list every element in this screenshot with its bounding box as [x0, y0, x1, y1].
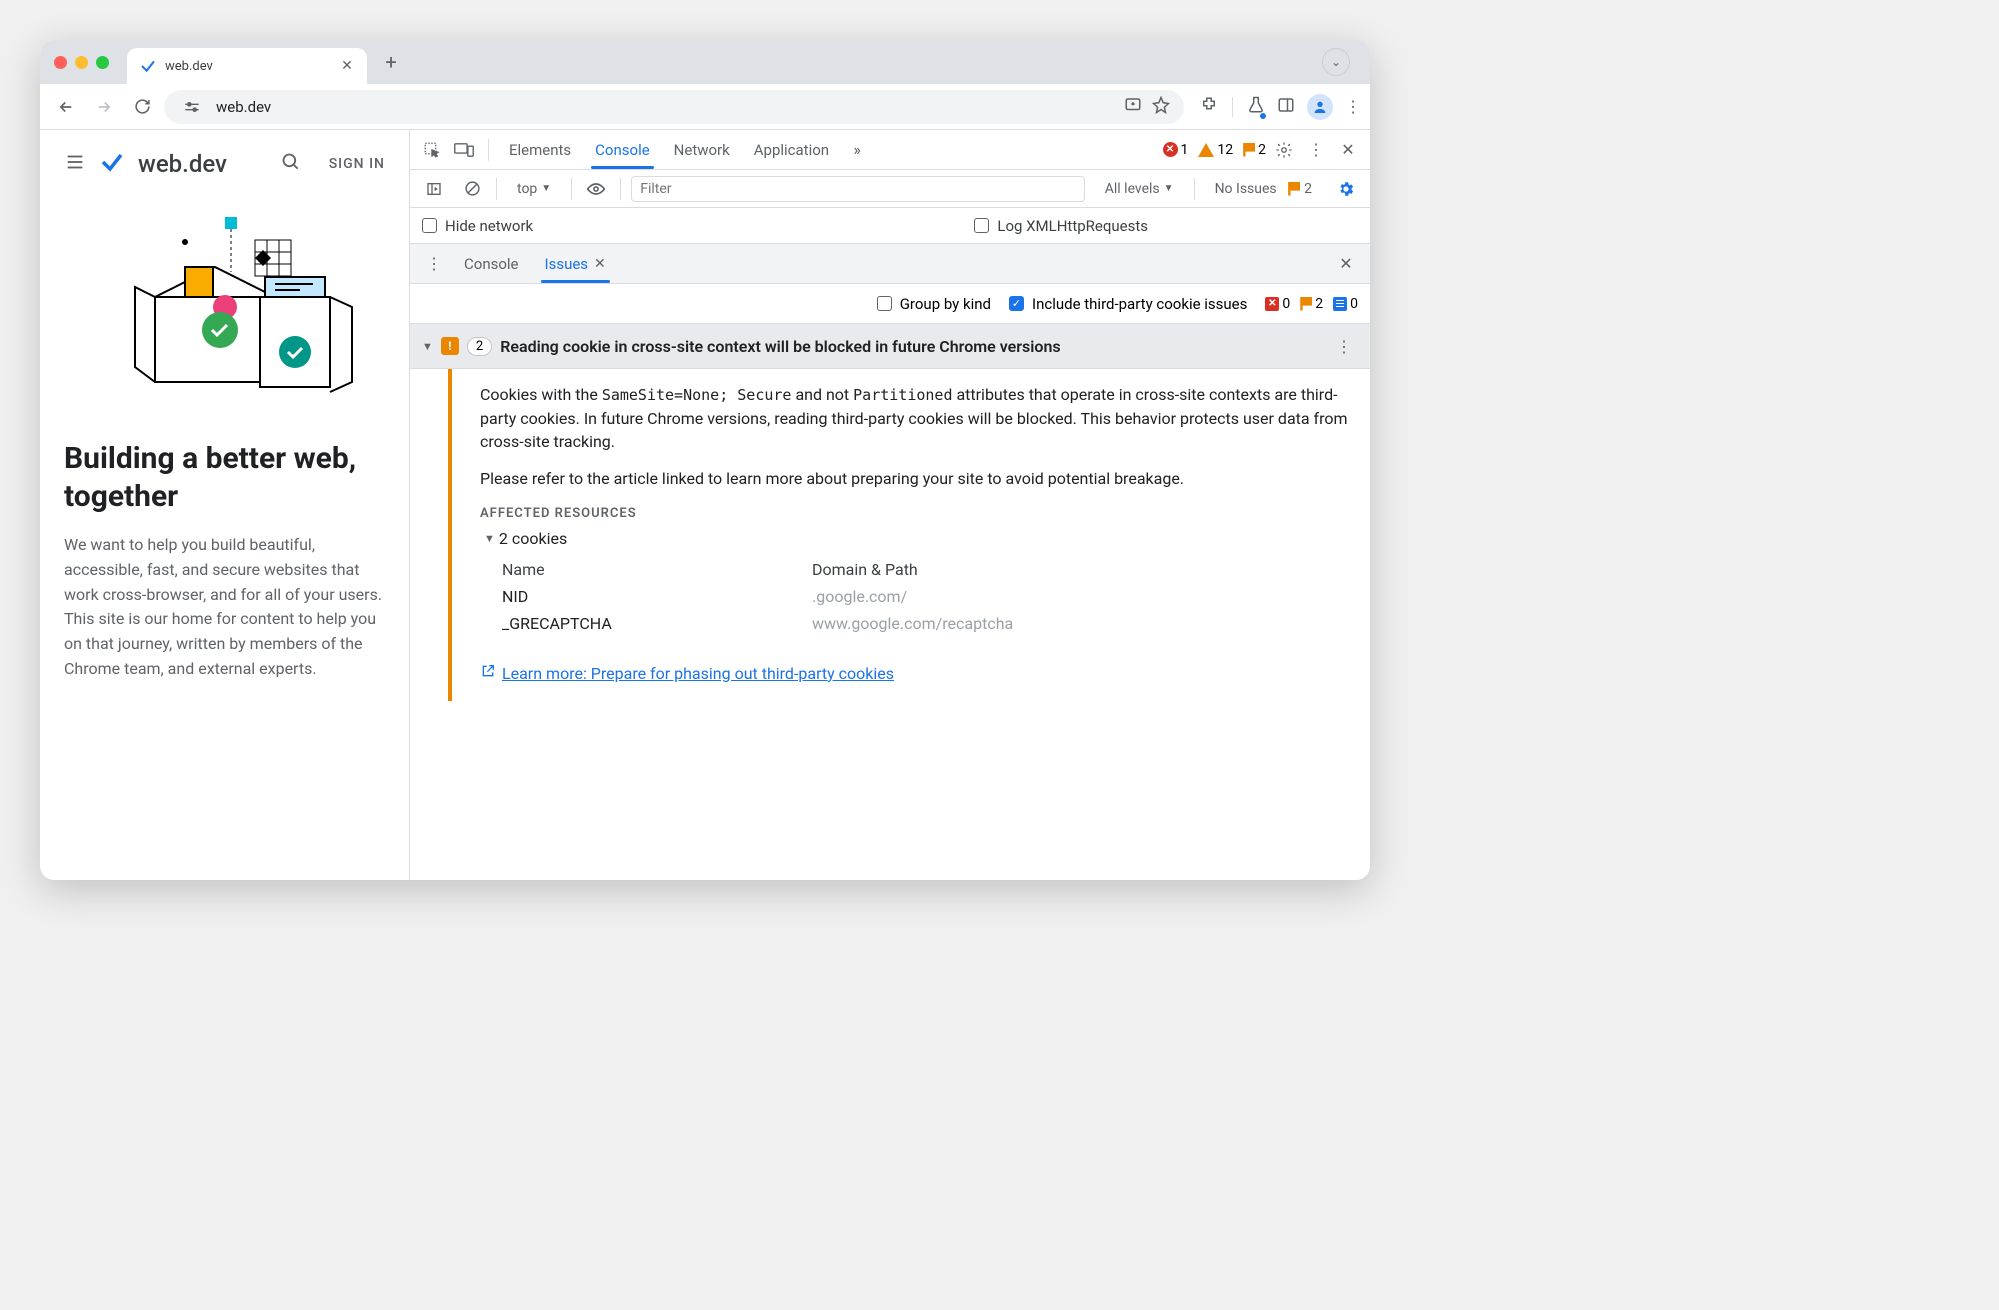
traffic-lights [54, 56, 109, 69]
tab-close-button[interactable]: ✕ [339, 58, 355, 74]
browser-window: web.dev ✕ + ⌄ web.dev ⋮ [40, 40, 1370, 880]
cookies-toggle[interactable]: ▼2 cookies [484, 529, 1350, 548]
maximize-window-button[interactable] [96, 56, 109, 69]
omnibox[interactable]: web.dev [164, 90, 1184, 124]
install-app-icon[interactable] [1124, 96, 1142, 118]
tab-elements[interactable]: Elements [499, 130, 581, 169]
new-tab-button[interactable]: + [377, 48, 405, 76]
drawer-tab-issues[interactable]: Issues✕ [535, 244, 616, 283]
extensions-icon[interactable] [1200, 96, 1218, 118]
console-options: Hide network Log XMLHttpRequests [410, 208, 1370, 244]
hide-network-checkbox[interactable]: Hide network [422, 217, 533, 235]
more-tabs-icon[interactable]: » [843, 136, 871, 164]
page-content: web.dev SIGN IN [40, 130, 410, 880]
console-toolbar: top ▼ All levels ▼ No Issues 2 [410, 170, 1370, 208]
issues-count[interactable]: 2 [1243, 142, 1266, 158]
warning-count[interactable]: 12 [1198, 142, 1233, 158]
error-count[interactable]: ✕1 [1163, 142, 1189, 158]
titlebar: web.dev ✕ + ⌄ [40, 40, 1370, 84]
close-devtools-icon[interactable]: ✕ [1334, 136, 1362, 164]
labs-icon[interactable] [1247, 96, 1265, 118]
bookmark-icon[interactable] [1152, 96, 1170, 118]
table-header-row: NameDomain & Path [502, 556, 1350, 583]
log-xhr-checkbox[interactable]: Log XMLHttpRequests [974, 217, 1148, 235]
external-link-icon [480, 663, 496, 683]
device-toolbar-icon[interactable] [450, 136, 478, 164]
url-text: web.dev [216, 98, 271, 116]
inspect-element-icon[interactable] [418, 136, 446, 164]
drawer-tabs: ⋮ Console Issues✕ ✕ [410, 244, 1370, 284]
console-settings-icon[interactable] [1332, 175, 1360, 203]
issue-warning-icon: ! [441, 337, 459, 355]
issue-menu-icon[interactable]: ⋮ [1330, 332, 1358, 360]
profile-avatar[interactable] [1307, 94, 1333, 120]
include-3p-checkbox[interactable]: ✓Include third-party cookie issues [1009, 295, 1247, 313]
close-issues-tab-icon[interactable]: ✕ [594, 256, 606, 272]
toggle-sidebar-icon[interactable] [420, 175, 448, 203]
expand-toggle-icon[interactable]: ▼ [422, 340, 433, 353]
site-settings-button[interactable] [178, 98, 206, 116]
context-selector[interactable]: top ▼ [507, 178, 561, 200]
issue-title: Reading cookie in cross-site context wil… [500, 337, 1322, 356]
filter-input[interactable] [631, 176, 1085, 202]
issues-options: Group by kind ✓Include third-party cooki… [410, 284, 1370, 324]
page-heading: Building a better web, together [64, 440, 385, 515]
table-row[interactable]: _GRECAPTCHAwww.google.com/recaptcha [502, 610, 1350, 637]
minimize-window-button[interactable] [75, 56, 88, 69]
issue-occurrence-count: 2 [467, 337, 492, 356]
drawer-tab-console[interactable]: Console [454, 244, 529, 283]
severity-counts: ✕0 2 0 [1265, 296, 1358, 312]
cookie-table: NameDomain & Path NID.google.com/ _GRECA… [502, 556, 1350, 637]
tab-favicon [139, 57, 157, 75]
toolbar-extensions: ⋮ [1190, 94, 1360, 120]
page-description: We want to help you build beautiful, acc… [64, 533, 385, 682]
tab-list-button[interactable]: ⌄ [1322, 48, 1350, 76]
issue-paragraph-2: Please refer to the article linked to le… [480, 467, 1350, 490]
log-levels-selector[interactable]: All levels ▼ [1095, 178, 1184, 200]
close-drawer-icon[interactable]: ✕ [1332, 250, 1360, 278]
close-window-button[interactable] [54, 56, 67, 69]
table-row[interactable]: NID.google.com/ [502, 583, 1350, 610]
hamburger-icon[interactable] [64, 151, 86, 177]
logo-text: web.dev [138, 150, 227, 178]
menu-icon[interactable]: ⋮ [1345, 97, 1360, 116]
reload-button[interactable] [126, 91, 158, 123]
forward-button[interactable] [88, 91, 120, 123]
group-by-kind-checkbox[interactable]: Group by kind [877, 295, 991, 313]
devtools-tabbar: Elements Console Network Application » ✕… [410, 130, 1370, 170]
drawer-menu-icon[interactable]: ⋮ [420, 250, 448, 278]
live-expression-icon[interactable] [582, 175, 610, 203]
logo-icon [100, 150, 124, 178]
issue-header[interactable]: ▼ ! 2 Reading cookie in cross-site conte… [410, 324, 1370, 369]
clear-console-icon[interactable] [458, 175, 486, 203]
hero-illustration [64, 202, 385, 406]
url-bar: web.dev ⋮ [40, 84, 1370, 130]
issue-paragraph-1: Cookies with the SameSite=None; Secure a… [480, 383, 1350, 453]
affected-resources-label: AFFECTED RESOURCES [480, 506, 1350, 521]
more-icon[interactable]: ⋮ [1302, 136, 1330, 164]
issues-link[interactable]: No Issues 2 [1205, 178, 1322, 200]
search-icon[interactable] [281, 152, 301, 176]
tab-console[interactable]: Console [585, 130, 660, 169]
sign-in-link[interactable]: SIGN IN [329, 156, 385, 172]
browser-tab[interactable]: web.dev ✕ [127, 48, 367, 84]
tab-application[interactable]: Application [744, 130, 839, 169]
back-button[interactable] [50, 91, 82, 123]
devtools-panel: Elements Console Network Application » ✕… [410, 130, 1370, 880]
tab-network[interactable]: Network [664, 130, 740, 169]
side-panel-icon[interactable] [1277, 96, 1295, 118]
settings-icon[interactable] [1270, 136, 1298, 164]
learn-more-link[interactable]: Learn more: Prepare for phasing out thir… [480, 663, 1350, 683]
tab-title: web.dev [165, 59, 331, 74]
issue-body: Cookies with the SameSite=None; Secure a… [410, 369, 1370, 701]
